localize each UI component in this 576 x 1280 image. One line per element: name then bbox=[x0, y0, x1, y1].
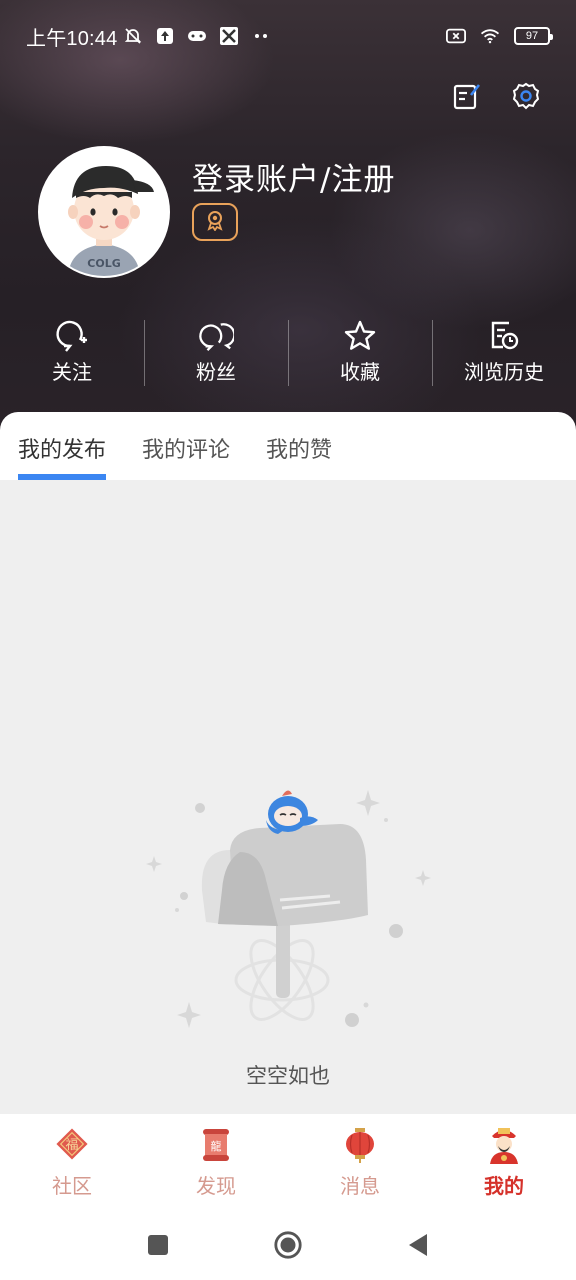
tab-my-posts[interactable]: 我的发布 bbox=[18, 412, 107, 480]
app-notification-icon bbox=[219, 26, 239, 46]
profile-header: 上午10:44 97 COLG 登录账户/注册 关注 粉丝 收藏 浏览历史 bbox=[0, 0, 576, 430]
recents-square-icon[interactable] bbox=[143, 1230, 173, 1260]
upload-icon bbox=[155, 26, 175, 46]
stat-fans-label: 粉丝 bbox=[196, 360, 236, 384]
stat-follow[interactable]: 关注 bbox=[0, 318, 144, 388]
follow-icon bbox=[54, 318, 90, 354]
tab-my-likes[interactable]: 我的赞 bbox=[266, 412, 332, 480]
community-fu-icon: 福 bbox=[52, 1124, 92, 1164]
stat-follow-label: 关注 bbox=[52, 360, 92, 384]
stat-history[interactable]: 浏览历史 bbox=[432, 318, 576, 388]
lantern-icon bbox=[340, 1124, 380, 1164]
nav-mine-label: 我的 bbox=[484, 1174, 524, 1198]
nav-discover-label: 发现 bbox=[196, 1174, 236, 1198]
battery-indicator: 97 bbox=[514, 27, 553, 45]
system-navigation-bar bbox=[0, 1210, 576, 1280]
home-circle-icon[interactable] bbox=[273, 1230, 303, 1260]
mute-bell-icon bbox=[123, 26, 143, 46]
star-icon bbox=[342, 318, 378, 354]
back-triangle-icon[interactable] bbox=[403, 1230, 433, 1260]
gamepad-icon bbox=[187, 26, 207, 46]
nav-messages[interactable]: 消息 bbox=[288, 1114, 432, 1210]
edit-icon[interactable] bbox=[450, 80, 482, 112]
stat-fans[interactable]: 粉丝 bbox=[144, 318, 288, 388]
more-dots-icon bbox=[251, 26, 271, 46]
svg-text:福: 福 bbox=[65, 1138, 78, 1153]
discover-scroll-icon: 龍 bbox=[196, 1124, 236, 1164]
mine-caishen-icon bbox=[484, 1124, 524, 1164]
avatar-shirt-text: COLG bbox=[87, 257, 120, 270]
stat-favorites-label: 收藏 bbox=[340, 360, 380, 384]
history-icon bbox=[486, 318, 522, 354]
avatar[interactable]: COLG bbox=[38, 146, 170, 278]
content-area: 空空如也 bbox=[0, 480, 576, 1114]
tab-my-comments[interactable]: 我的评论 bbox=[142, 412, 230, 480]
wifi-icon bbox=[480, 26, 500, 46]
nav-discover[interactable]: 龍 发现 bbox=[144, 1114, 288, 1210]
status-bar: 上午10:44 97 bbox=[0, 18, 576, 54]
stats-row: 关注 粉丝 收藏 浏览历史 bbox=[0, 318, 576, 388]
empty-mailbox-illustration bbox=[140, 780, 440, 1030]
settings-gear-icon[interactable] bbox=[510, 80, 542, 112]
nav-community-label: 社区 bbox=[52, 1174, 92, 1198]
status-time: 上午10:44 bbox=[26, 27, 118, 50]
bottom-navigation: 福 社区 龍 发现 消息 我的 bbox=[0, 1114, 576, 1210]
svg-text:龍: 龍 bbox=[211, 1139, 222, 1153]
login-register-link[interactable]: 登录账户/注册 bbox=[192, 154, 395, 199]
nav-community[interactable]: 福 社区 bbox=[0, 1114, 144, 1210]
fans-icon bbox=[198, 318, 234, 354]
no-sim-icon bbox=[446, 26, 466, 46]
empty-state-text: 空空如也 bbox=[246, 1064, 330, 1088]
level-badge[interactable] bbox=[192, 203, 238, 241]
medal-icon bbox=[204, 209, 226, 235]
stat-history-label: 浏览历史 bbox=[464, 360, 544, 384]
stat-favorites[interactable]: 收藏 bbox=[288, 318, 432, 388]
content-tabs: 我的发布 我的评论 我的赞 bbox=[0, 412, 576, 480]
nav-messages-label: 消息 bbox=[340, 1174, 380, 1198]
nav-mine[interactable]: 我的 bbox=[432, 1114, 576, 1210]
